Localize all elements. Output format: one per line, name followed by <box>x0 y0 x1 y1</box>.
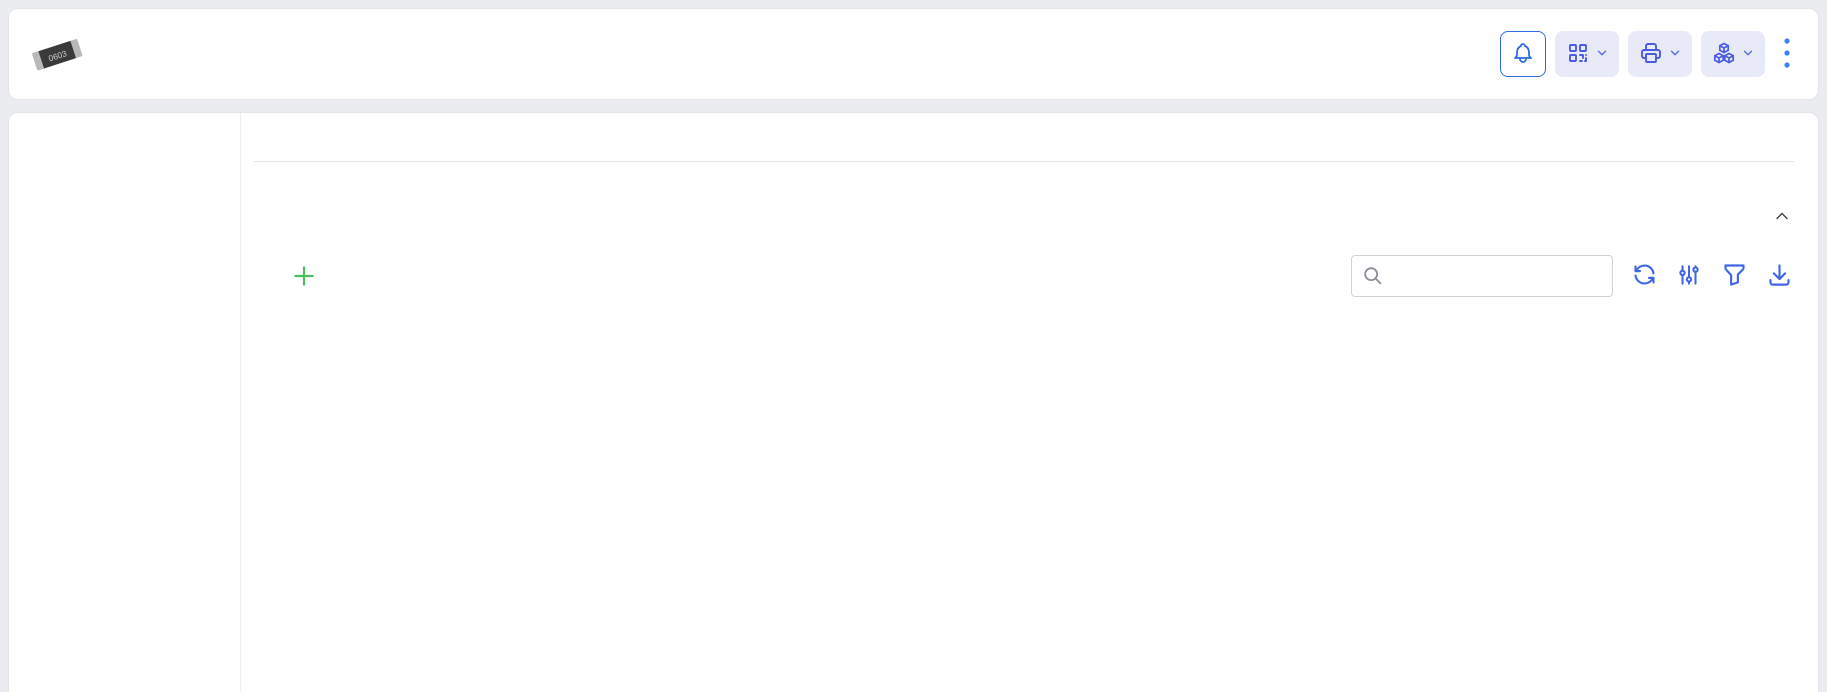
download-button[interactable] <box>1764 261 1794 291</box>
stock-actions-button[interactable] <box>1701 31 1765 77</box>
more-actions-button[interactable] <box>1774 31 1800 77</box>
collapse-panel-button[interactable] <box>1770 204 1794 231</box>
filter-button[interactable] <box>1719 261 1749 291</box>
add-supplier-part-button[interactable] <box>291 263 317 289</box>
adjustments-icon <box>1676 262 1702 291</box>
search-icon <box>1362 265 1384 292</box>
chevron-down-icon <box>1595 46 1609 63</box>
header-actions <box>1500 31 1800 77</box>
part-sidebar <box>9 113 241 692</box>
suppliers-panel <box>254 204 1794 313</box>
chevron-down-icon <box>1668 46 1682 63</box>
chevron-up-icon <box>1772 214 1792 229</box>
part-detail-body <box>8 112 1819 692</box>
printer-icon <box>1639 41 1663 68</box>
bell-icon <box>1511 41 1535 68</box>
plus-icon <box>291 277 317 292</box>
menu-dots-icon <box>1783 36 1791 73</box>
table-toolbar <box>271 255 1794 297</box>
download-icon <box>1766 261 1793 291</box>
main-panel <box>241 113 1818 692</box>
part-header: 0603 <box>8 8 1819 100</box>
barcode-actions-button[interactable] <box>1555 31 1619 77</box>
qrcode-icon <box>1566 41 1590 68</box>
filter-icon <box>1721 261 1748 291</box>
chevron-down-icon <box>1741 46 1755 63</box>
notifications-button[interactable] <box>1500 31 1546 77</box>
print-actions-button[interactable] <box>1628 31 1692 77</box>
part-thumbnail: 0603 <box>29 28 85 80</box>
refresh-icon <box>1631 261 1658 291</box>
refresh-button[interactable] <box>1629 261 1659 291</box>
table-columns-button[interactable] <box>1674 261 1704 291</box>
search-input[interactable] <box>1351 255 1613 297</box>
section-divider <box>254 161 1794 162</box>
stock-actions-icon <box>1712 41 1736 68</box>
